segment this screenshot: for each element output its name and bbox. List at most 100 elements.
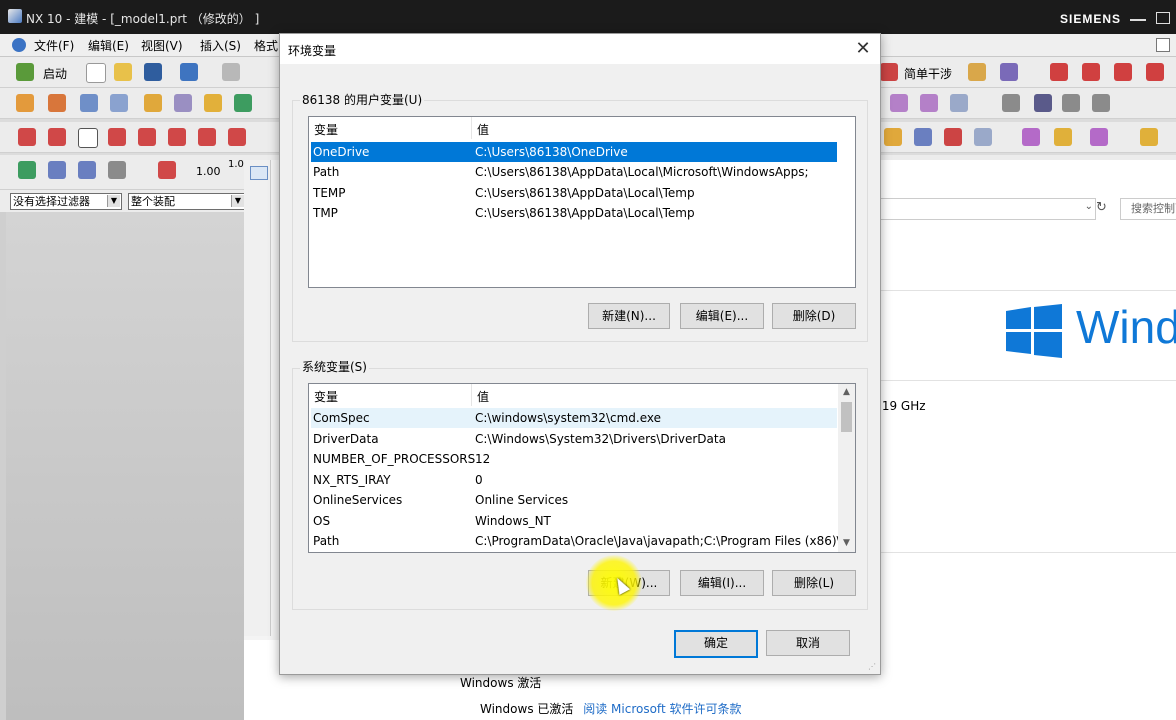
scale-value-a[interactable]: 1.00 (196, 165, 221, 178)
open-folder-icon[interactable] (114, 63, 132, 81)
maximize-icon[interactable] (1156, 12, 1170, 24)
start-button-label[interactable]: 启动 (43, 65, 67, 82)
extend-icon[interactable] (228, 128, 246, 146)
simple-interference-label[interactable]: 简单干涉 (904, 65, 952, 82)
curve-icon-4[interactable] (1146, 63, 1164, 81)
interference-icon[interactable] (880, 63, 898, 81)
feature-icon-7[interactable] (1090, 128, 1108, 146)
table-row[interactable]: NX_RTS_IRAY 0 (311, 470, 837, 490)
display-icon-2[interactable] (1062, 94, 1080, 112)
new-file-icon[interactable] (86, 63, 106, 83)
table-row[interactable]: OS Windows_NT (311, 511, 837, 531)
table-row[interactable]: OneDrive C:\Users\86138\OneDrive (311, 142, 837, 162)
system-delete-button[interactable]: 删除(L) (772, 570, 856, 596)
nx-restore-icon[interactable] (1156, 38, 1170, 52)
cylinder-icon[interactable] (110, 94, 128, 112)
column-header-variable[interactable]: 变量 (314, 121, 338, 138)
table-row[interactable]: TEMP C:\Users\86138\AppData\Local\Temp (311, 183, 837, 203)
feature-icon-2[interactable] (914, 128, 932, 146)
menu-format[interactable]: 格式 (254, 37, 278, 54)
chevron-down-icon[interactable]: ⌄ (1085, 201, 1093, 212)
surface-icon-3[interactable] (950, 94, 968, 112)
arc-icon[interactable] (48, 128, 66, 146)
table-row[interactable]: DriverData C:\Windows\System32\Drivers\D… (311, 429, 837, 449)
table-row[interactable]: OnlineServices Online Services (311, 490, 837, 510)
save-icon[interactable] (144, 63, 162, 81)
display-icon-1[interactable] (1002, 94, 1020, 112)
nx-graphics-area[interactable] (6, 212, 244, 720)
surface-icon-1[interactable] (890, 94, 908, 112)
feature-icon-6[interactable] (1054, 128, 1072, 146)
block-icon[interactable] (80, 94, 98, 112)
redo-icon[interactable] (222, 63, 240, 81)
feature-icon-5[interactable] (1022, 128, 1040, 146)
system-edit-button[interactable]: 编辑(I)... (680, 570, 764, 596)
trim-icon[interactable] (198, 128, 216, 146)
curve-icon-3[interactable] (1114, 63, 1132, 81)
menu-insert[interactable]: 插入(S) (200, 37, 241, 54)
assembly-icon[interactable] (48, 161, 66, 179)
user-new-button[interactable]: 新建(N)... (588, 303, 670, 329)
undo-icon[interactable] (180, 63, 198, 81)
ok-button[interactable]: 确定 (674, 630, 758, 658)
menu-file[interactable]: 文件(F) (34, 37, 74, 54)
start-icon[interactable] (16, 63, 34, 81)
table-row[interactable]: ComSpec C:\windows\system32\cmd.exe (311, 408, 837, 428)
system-variables-list[interactable]: 变量 值 ComSpec C:\windows\system32\cmd.exe… (308, 383, 856, 553)
constraint-icon[interactable] (18, 161, 36, 179)
system-list-scrollbar[interactable]: ▲ ▼ (838, 384, 855, 552)
minimize-icon[interactable] (1130, 12, 1146, 22)
column-divider[interactable] (471, 384, 472, 406)
license-terms-link[interactable]: 阅读 Microsoft 软件许可条款 (583, 702, 741, 716)
close-icon[interactable]: ✕ (852, 38, 874, 60)
point-icon[interactable] (108, 128, 126, 146)
table-icon[interactable] (78, 161, 96, 179)
column-header-variable[interactable]: 变量 (314, 388, 338, 405)
boolean-icon[interactable] (144, 94, 162, 112)
assembly-scope-dropdown[interactable]: 整个装配 ▼ (128, 193, 246, 210)
table-row[interactable]: Path C:\Users\86138\AppData\Local\Micros… (311, 162, 837, 182)
analysis-icon[interactable] (1000, 63, 1018, 81)
table-row[interactable]: Path C:\ProgramData\Oracle\Java\javapath… (311, 531, 852, 551)
scroll-up-icon[interactable]: ▲ (838, 384, 855, 401)
hole-icon[interactable] (204, 94, 222, 112)
feature-icon-4[interactable] (974, 128, 992, 146)
table-row[interactable]: TMP C:\Users\86138\AppData\Local\Temp (311, 203, 837, 223)
pattern-icon[interactable] (174, 94, 192, 112)
sync-icon[interactable] (234, 94, 252, 112)
control-panel-search-input[interactable]: 搜索控制面板 (1120, 198, 1176, 220)
offset-icon[interactable] (168, 128, 186, 146)
feature-icon-8[interactable] (1140, 128, 1158, 146)
curve-icon-1[interactable] (1050, 63, 1068, 81)
line-icon[interactable] (18, 128, 36, 146)
menu-edit[interactable]: 编辑(E) (88, 37, 129, 54)
fillet-icon[interactable] (138, 128, 156, 146)
user-variables-list[interactable]: 变量 值 OneDrive C:\Users\86138\OneDrive Pa… (308, 116, 856, 288)
user-delete-button[interactable]: 删除(D) (772, 303, 856, 329)
column-header-value[interactable]: 值 (477, 388, 489, 405)
curve-icon-2[interactable] (1082, 63, 1100, 81)
measure-icon[interactable] (968, 63, 986, 81)
feature-icon-1[interactable] (884, 128, 902, 146)
extrude-icon[interactable] (16, 94, 34, 112)
resize-grip-icon[interactable]: ⋰ (868, 662, 878, 672)
menu-view[interactable]: 视图(V) (141, 37, 183, 54)
revolve-icon[interactable] (48, 94, 66, 112)
rectangle-icon[interactable] (78, 128, 98, 148)
table-row[interactable]: NUMBER_OF_PROCESSORS 12 (311, 449, 837, 469)
snap-icon[interactable] (158, 161, 176, 179)
selection-filter-dropdown[interactable]: 没有选择过滤器 ▼ (10, 193, 122, 210)
column-divider[interactable] (471, 117, 472, 139)
system-new-button[interactable]: 新建(W)... (588, 570, 670, 596)
info-icon[interactable] (1034, 94, 1052, 112)
column-header-value[interactable]: 值 (477, 121, 489, 138)
surface-icon-2[interactable] (920, 94, 938, 112)
refresh-icon[interactable]: ↻ (1096, 200, 1107, 215)
scrollbar-thumb[interactable] (841, 402, 852, 432)
orient-icon[interactable] (108, 161, 126, 179)
address-bar[interactable]: ⌄ (874, 198, 1096, 220)
feature-icon-3[interactable] (944, 128, 962, 146)
display-icon-3[interactable] (1092, 94, 1110, 112)
cancel-button[interactable]: 取消 (766, 630, 850, 656)
user-edit-button[interactable]: 编辑(E)... (680, 303, 764, 329)
